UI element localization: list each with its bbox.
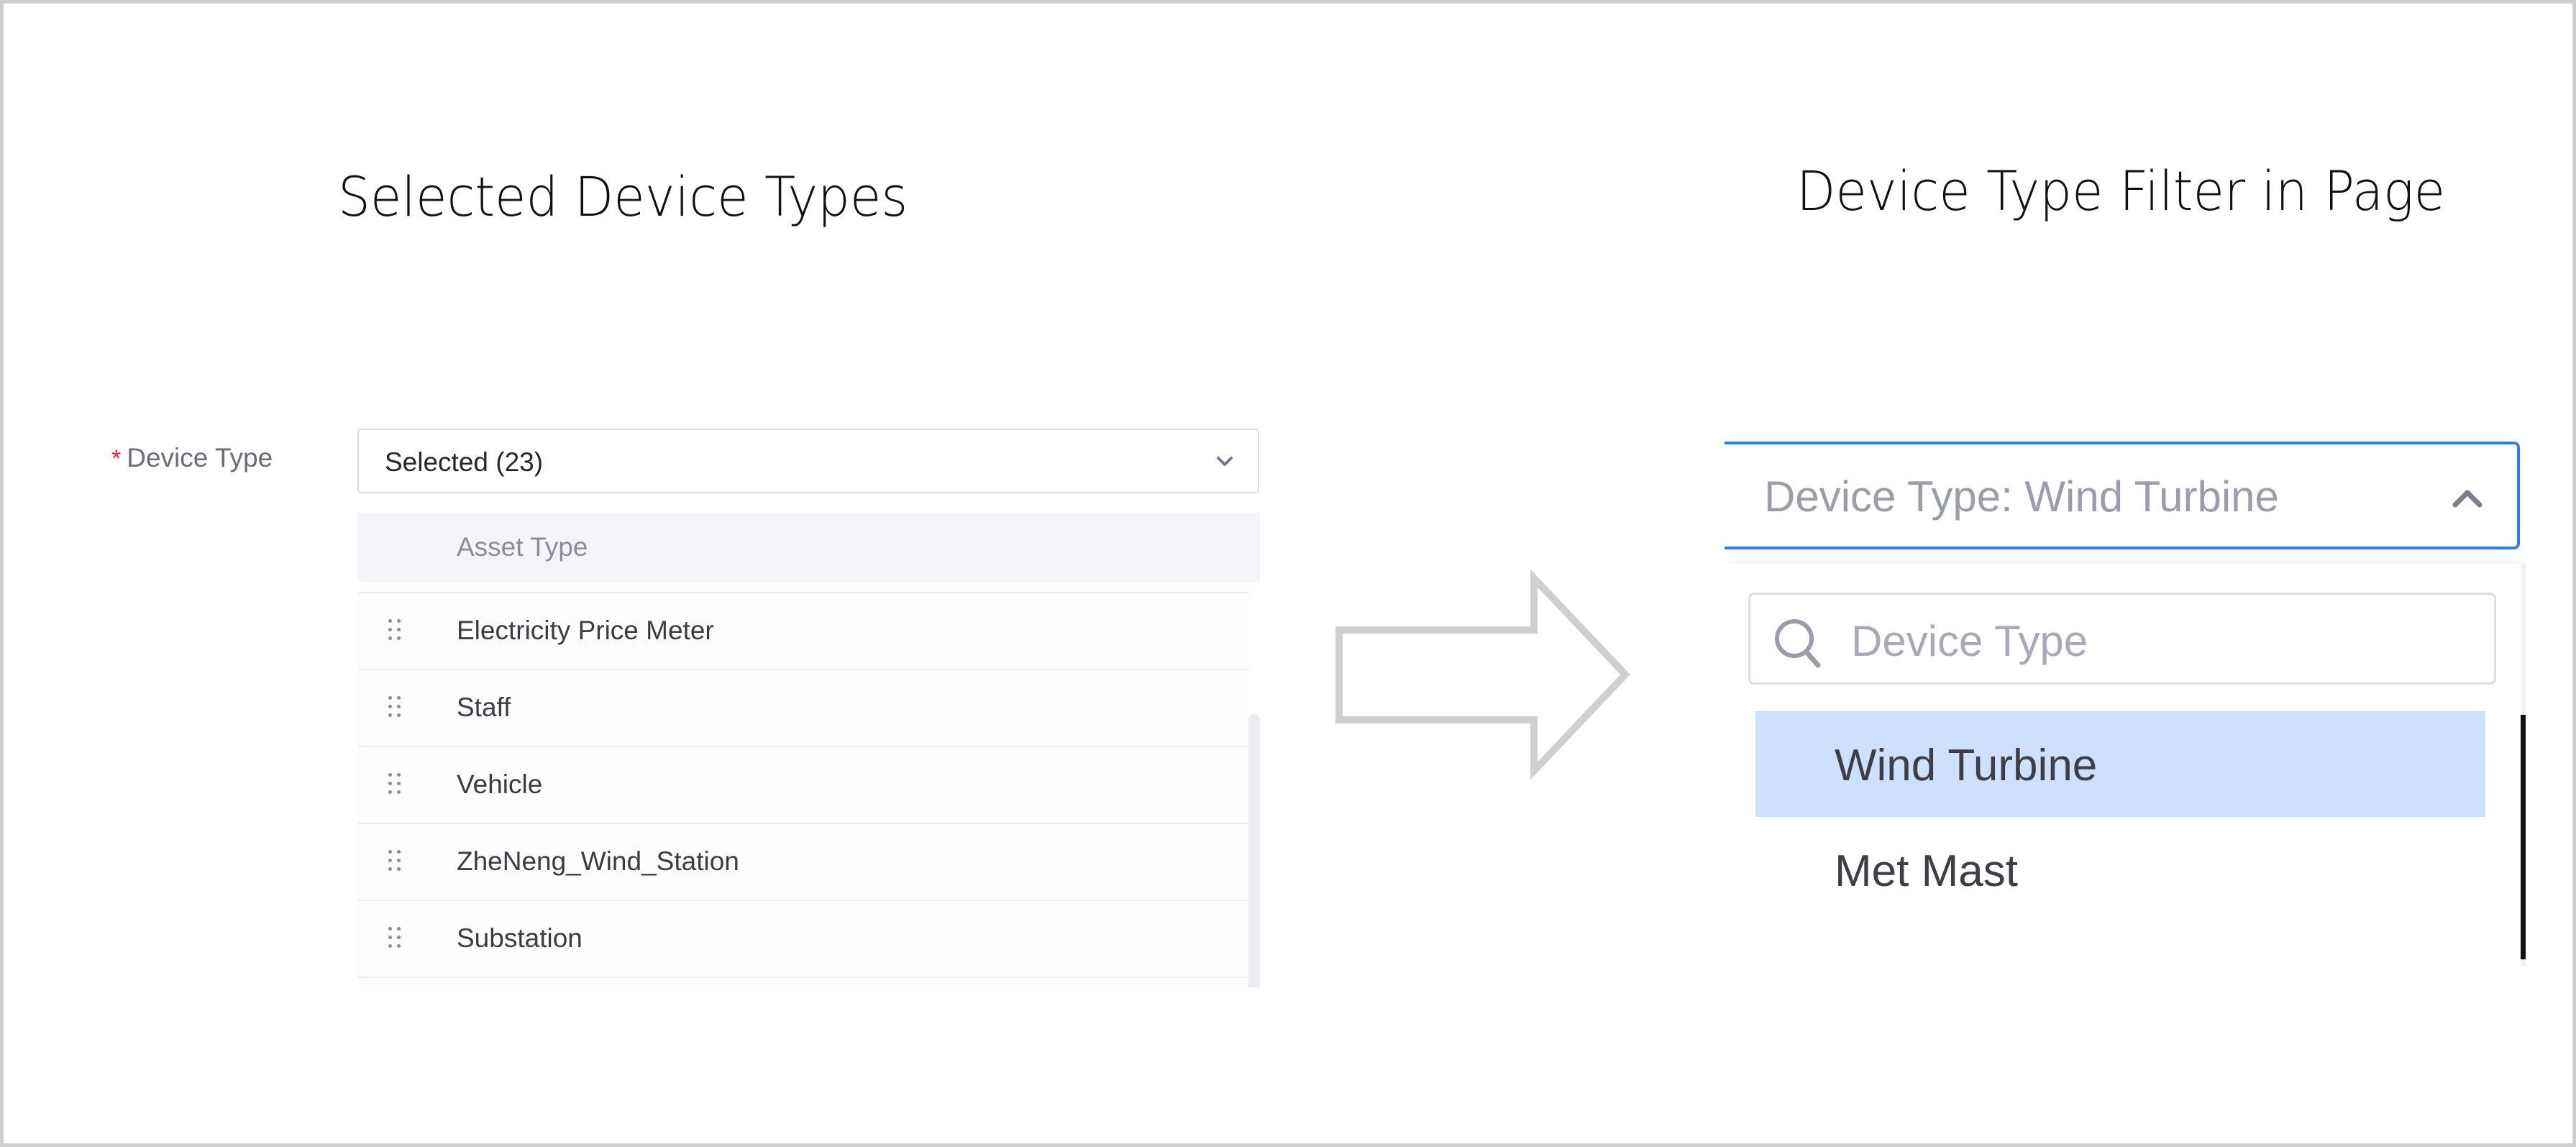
drag-handle-icon[interactable]: [388, 850, 404, 873]
list-scrollbar[interactable]: [1248, 714, 1260, 987]
asset-type-label: Electricity Price Meter: [457, 616, 714, 645]
option-wind-turbine[interactable]: Wind Turbine: [1755, 711, 2485, 817]
asset-type-rows: Electricity Price Meter Staff Vehicle ZheNe…: [357, 592, 1249, 987]
asset-type-row[interactable]: Staff: [357, 669, 1249, 746]
search-placeholder: Device Type: [1851, 617, 2088, 665]
option-met-mast[interactable]: Met Mast: [1755, 817, 2485, 923]
device-type-select-value: Selected (23): [385, 447, 544, 477]
required-marker: *: [111, 445, 122, 472]
chevron-down-icon: [1217, 457, 1233, 466]
drag-handle-icon[interactable]: [388, 696, 404, 719]
asset-type-list: Asset Type Electricity Price Meter Staff V…: [357, 513, 1260, 987]
asset-type-list-header: Asset Type: [357, 513, 1260, 582]
device-type-label: * Device Type: [111, 443, 273, 473]
drag-handle-icon[interactable]: [388, 927, 404, 950]
search-icon: [1775, 619, 1821, 668]
asset-type-row[interactable]: Substation: [357, 900, 1249, 977]
device-type-dropdown: Device Type Wind Turbine Met Mast: [1725, 564, 2526, 967]
right-arrow-icon: [1335, 569, 1630, 780]
asset-type-label: Vehicle: [457, 769, 543, 799]
section-title-selected-device-types: Selected Device Types: [338, 165, 908, 229]
device-type-select[interactable]: Selected (23): [357, 429, 1259, 493]
drag-handle-icon[interactable]: [388, 619, 404, 642]
option-label: Wind Turbine: [1835, 741, 2098, 790]
asset-type-label: Staff: [457, 693, 511, 722]
asset-type-column-header: Asset Type: [457, 532, 588, 562]
asset-type-label: Substation: [457, 923, 583, 953]
dropdown-scrollbar[interactable]: [2521, 715, 2526, 959]
asset-type-row[interactable]: Electricity Price Meter: [357, 592, 1249, 669]
asset-type-row[interactable]: ZheNeng_Wind_Station: [357, 823, 1249, 900]
asset-type-label: ZheNeng_Wind_Station: [457, 846, 739, 876]
section-title-device-type-filter: Device Type Filter in Page: [1796, 159, 2446, 223]
device-type-search-input[interactable]: Device Type: [1748, 593, 2496, 685]
option-label: Met Mast: [1835, 846, 2018, 896]
device-type-filter[interactable]: Device Type: Wind Turbine: [1725, 442, 2520, 549]
asset-type-row-partial: [357, 977, 1249, 987]
drag-handle-icon[interactable]: [388, 773, 404, 796]
chevron-up-icon[interactable]: [2451, 486, 2484, 509]
device-type-filter-value: Device Type: Wind Turbine: [1764, 472, 2279, 521]
device-type-label-text: Device Type: [127, 443, 273, 472]
asset-type-row[interactable]: Vehicle: [357, 746, 1249, 823]
